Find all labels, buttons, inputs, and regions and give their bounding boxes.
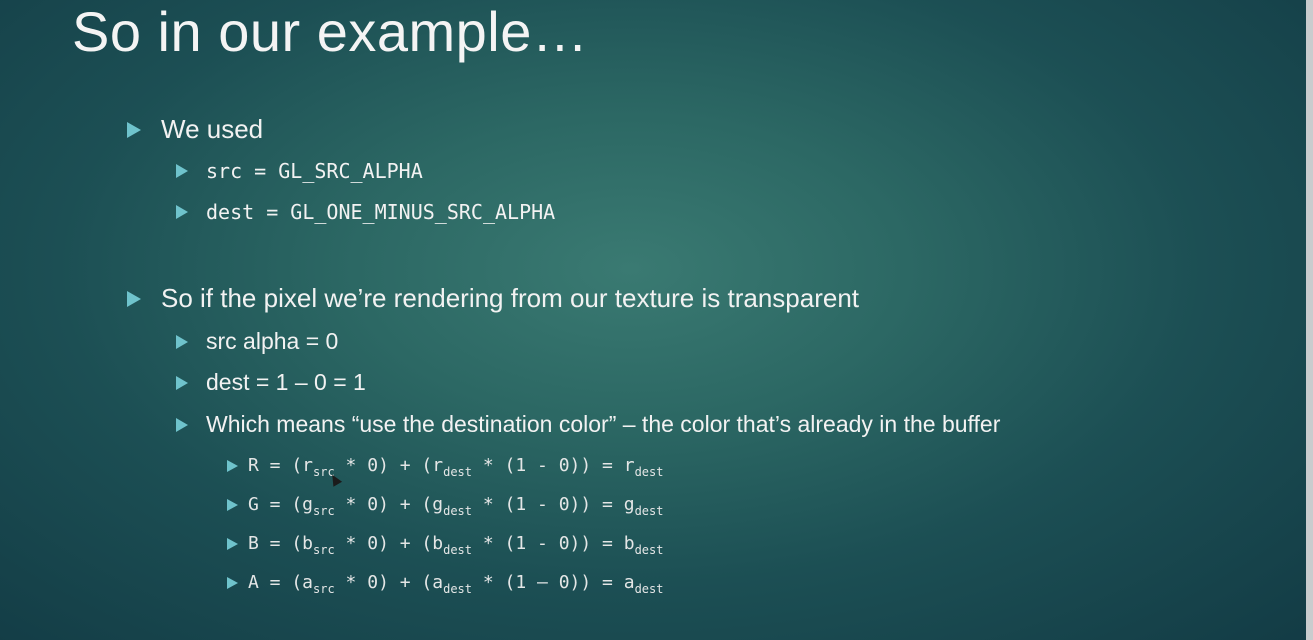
triangle-bullet-icon <box>227 498 238 511</box>
bullet-text: So if the pixel we’re rendering from our… <box>161 283 860 313</box>
equation-text: R = (rsrc * 0) + (rdest * (1 - 0)) = rde… <box>248 455 664 479</box>
triangle-bullet-icon <box>227 576 238 589</box>
sub-bullet-text: src alpha = 0 <box>206 328 339 354</box>
triangle-bullet-icon <box>176 334 188 349</box>
sub-bullet-text: Which means “use the destination color” … <box>206 411 1001 437</box>
triangle-bullet-icon <box>176 205 188 219</box>
bullet-transparent-pixel: So if the pixel we’re rendering from our… <box>127 283 859 314</box>
equation-b: B = (bsrc * 0) + (bdest * (1 - 0)) = bde… <box>227 533 664 557</box>
sub-bullet-src: src = GL_SRC_ALPHA <box>176 159 423 183</box>
bullet-text: We used <box>161 114 264 144</box>
equation-g: G = (gsrc * 0) + (gdest * (1 - 0)) = gde… <box>227 494 664 518</box>
equation-text: A = (asrc * 0) + (adest * (1 – 0)) = ade… <box>248 572 664 596</box>
equation-text: B = (bsrc * 0) + (bdest * (1 - 0)) = bde… <box>248 533 664 557</box>
triangle-bullet-icon <box>227 537 238 550</box>
equation-text: G = (gsrc * 0) + (gdest * (1 - 0)) = gde… <box>248 494 664 518</box>
sub-bullet-text: src = GL_SRC_ALPHA <box>206 159 423 183</box>
triangle-bullet-icon <box>127 290 141 307</box>
window-edge-strip <box>1306 0 1313 640</box>
equation-a: A = (asrc * 0) + (adest * (1 – 0)) = ade… <box>227 572 664 596</box>
triangle-bullet-icon <box>176 164 188 178</box>
sub-bullet-text: dest = 1 – 0 = 1 <box>206 369 366 395</box>
bullet-we-used: We used <box>127 114 263 145</box>
triangle-bullet-icon <box>227 459 238 472</box>
triangle-bullet-icon <box>176 375 188 390</box>
sub-bullet-src-alpha: src alpha = 0 <box>176 328 338 355</box>
slide-title: So in our example… <box>72 0 589 63</box>
triangle-bullet-icon <box>127 121 141 138</box>
sub-bullet-dest-value: dest = 1 – 0 = 1 <box>176 369 366 396</box>
sub-bullet-text: dest = GL_ONE_MINUS_SRC_ALPHA <box>206 200 556 224</box>
equation-r: R = (rsrc * 0) + (rdest * (1 - 0)) = rde… <box>227 455 664 479</box>
triangle-bullet-icon <box>176 417 188 432</box>
sub-bullet-meaning: Which means “use the destination color” … <box>176 411 1000 438</box>
sub-bullet-dest: dest = GL_ONE_MINUS_SRC_ALPHA <box>176 200 555 224</box>
